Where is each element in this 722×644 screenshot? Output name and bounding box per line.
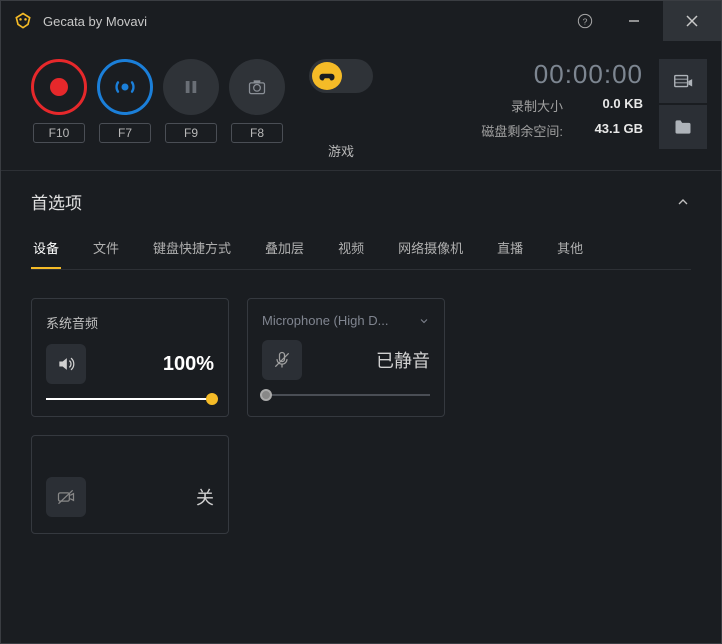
tab-0[interactable]: 设备: [31, 232, 61, 269]
app-logo-icon: [13, 11, 33, 31]
webcam-toggle[interactable]: [46, 477, 86, 517]
webcam-status: 关: [100, 484, 214, 510]
app-title: Gecata by Movavi: [43, 14, 147, 29]
mic-status: 已静音: [316, 347, 430, 373]
record-hotkey-label[interactable]: F10: [33, 123, 85, 143]
gamepad-icon: [318, 67, 336, 85]
tab-3[interactable]: 叠加层: [263, 232, 306, 268]
size-label: 录制大小: [511, 96, 563, 115]
tab-2[interactable]: 键盘快捷方式: [151, 232, 233, 268]
prefs-header[interactable]: 首选项: [31, 189, 691, 214]
mode-label: 游戏: [328, 141, 354, 160]
tab-6[interactable]: 直播: [495, 232, 525, 268]
titlebar: Gecata by Movavi ?: [1, 1, 721, 41]
help-button[interactable]: ?: [565, 1, 605, 41]
folder-button[interactable]: [659, 105, 707, 149]
webcam-panel: 关: [31, 435, 229, 534]
prefs-tabs: 设备文件键盘快捷方式叠加层视频网络摄像机直播其他: [31, 232, 691, 270]
tab-5[interactable]: 网络摄像机: [396, 232, 465, 268]
system-audio-toggle[interactable]: [46, 344, 86, 384]
disk-value: 43.1 GB: [583, 121, 643, 140]
tab-7[interactable]: 其他: [555, 232, 585, 268]
folder-icon: [673, 117, 693, 137]
slider-thumb[interactable]: [206, 393, 218, 405]
webcam-off-icon: [56, 487, 76, 507]
system-audio-panel: 系统音频 100%: [31, 298, 229, 417]
screenshot-button[interactable]: [229, 59, 285, 115]
mic-audio-panel: Microphone (High D... 已静音: [247, 298, 445, 417]
chevron-up-icon: [675, 194, 691, 210]
mic-muted-icon: [272, 350, 292, 370]
speaker-icon: [56, 354, 76, 374]
screenshot-hotkey-label[interactable]: F8: [231, 123, 283, 143]
disk-label: 磁盘剩余空间:: [481, 121, 563, 140]
prefs-title: 首选项: [31, 189, 82, 214]
system-audio-label: 系统音频: [46, 313, 214, 332]
mode-toggle[interactable]: [309, 59, 373, 93]
close-icon: [686, 15, 698, 27]
webcam-empty-label: [46, 450, 214, 465]
minimize-icon: [628, 15, 640, 27]
film-output-icon: [672, 70, 694, 92]
minimize-button[interactable]: [605, 1, 663, 41]
record-button[interactable]: [31, 59, 87, 115]
broadcast-icon: [111, 73, 139, 101]
chevron-down-icon: [418, 315, 430, 327]
close-button[interactable]: [663, 1, 721, 41]
pause-icon: [182, 78, 200, 96]
recording-timer: 00:00:00: [481, 59, 643, 90]
media-output-button[interactable]: [659, 59, 707, 103]
mic-device-label: Microphone (High D...: [262, 313, 388, 328]
stream-button[interactable]: [97, 59, 153, 115]
mic-device-select[interactable]: Microphone (High D...: [262, 313, 430, 328]
stream-hotkey-label[interactable]: F7: [99, 123, 151, 143]
camera-icon: [247, 77, 267, 97]
size-value: 0.0 KB: [583, 96, 643, 115]
pause-button[interactable]: [163, 59, 219, 115]
tab-4[interactable]: 视频: [336, 232, 366, 268]
system-audio-value: 100%: [100, 353, 214, 376]
record-icon: [50, 78, 68, 96]
tab-1[interactable]: 文件: [91, 232, 121, 268]
main-controls: F10 F7 F9 F8: [1, 41, 721, 171]
pause-hotkey-label[interactable]: F9: [165, 123, 217, 143]
slider-thumb[interactable]: [260, 389, 272, 401]
svg-text:?: ?: [583, 16, 588, 26]
system-audio-slider[interactable]: [46, 398, 214, 400]
help-icon: ?: [577, 13, 593, 29]
mic-audio-slider[interactable]: [262, 394, 430, 396]
mic-toggle[interactable]: [262, 340, 302, 380]
